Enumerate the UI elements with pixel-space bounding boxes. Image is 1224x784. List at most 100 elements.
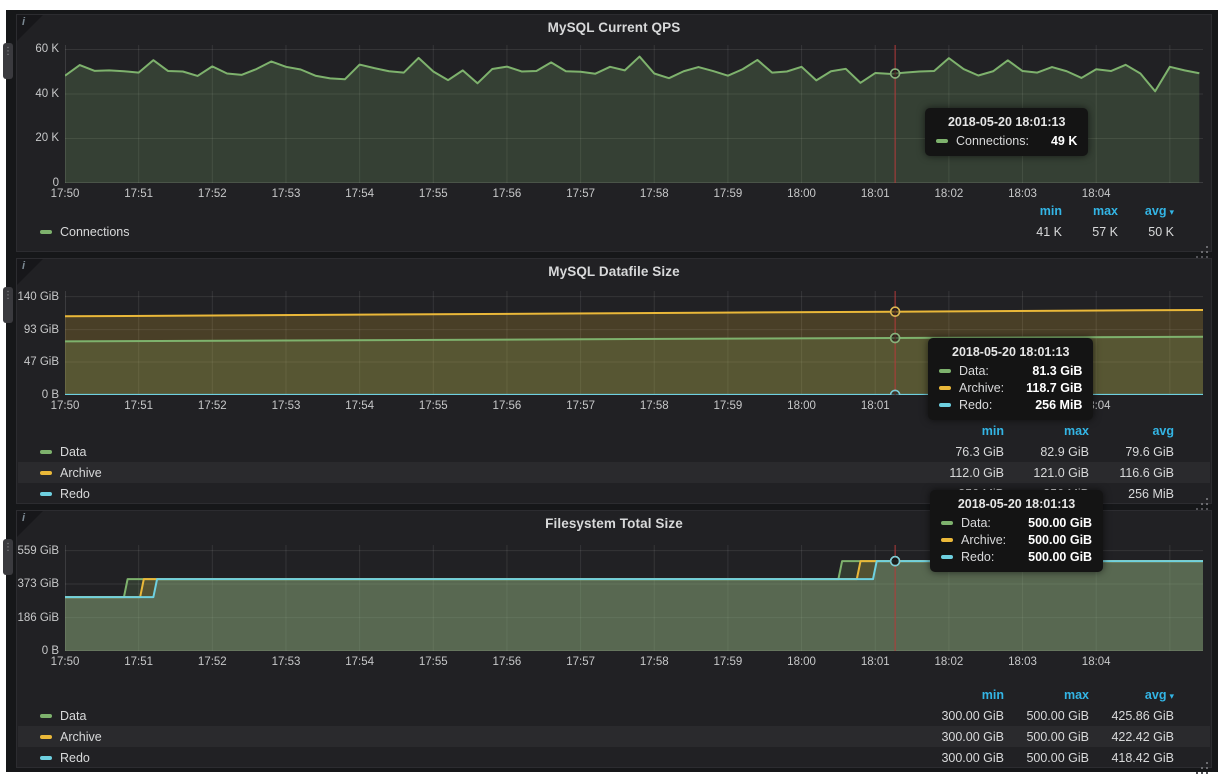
legend-row-data: Data 76.3 GiB 82.9 GiB 79.6 GiB: [18, 441, 1210, 462]
legend-header-min[interactable]: min: [919, 424, 1004, 438]
x-tick-label: 17:53: [272, 400, 301, 412]
x-tick-label: 17:57: [566, 656, 595, 668]
legend-header-max[interactable]: max: [1004, 688, 1089, 702]
x-tick-label: 18:01: [861, 400, 890, 412]
legend-header-max[interactable]: max: [1062, 204, 1118, 218]
x-tick-label: 17:56: [493, 400, 522, 412]
legend-header-min[interactable]: min: [919, 688, 1004, 702]
x-tick-label: 17:52: [198, 188, 227, 200]
stat-avg: 425.86 GiB: [1089, 709, 1174, 723]
legend-row-archive: Archive 300.00 GiB 500.00 GiB 422.42 GiB: [18, 726, 1210, 747]
legend-header-max[interactable]: max: [1004, 424, 1089, 438]
panel-title[interactable]: MySQL Current QPS: [17, 20, 1211, 35]
series-color-dash: [939, 403, 951, 407]
tooltip-value: 118.7 GiB: [1004, 381, 1082, 395]
legend-row-redo: Redo 300.00 GiB 500.00 GiB 418.42 GiB: [18, 747, 1210, 768]
x-tick-label: 17:58: [640, 656, 669, 668]
x-tick-label: 17:59: [714, 188, 743, 200]
panel-drag-handle[interactable]: ⋮: [3, 287, 13, 323]
hover-tooltip-datafile: 2018-05-20 18:01:13 Data: 81.3 GiB Archi…: [928, 338, 1093, 420]
x-tick-label: 17:50: [51, 400, 80, 412]
x-tick-label: 17:58: [640, 400, 669, 412]
x-tick-label: 17:52: [198, 656, 227, 668]
legend-row-archive: Archive 112.0 GiB 121.0 GiB 116.6 GiB: [18, 462, 1210, 483]
x-tick-label: 18:03: [1008, 656, 1037, 668]
x-tick-label: 17:54: [345, 188, 374, 200]
legend-header-avg[interactable]: avg▾: [1089, 688, 1174, 702]
series-color-dash: [40, 714, 52, 718]
x-tick-label: 17:51: [124, 656, 153, 668]
tooltip-value: 500.00 GiB: [1006, 533, 1092, 547]
series-color-dash: [40, 492, 52, 496]
legend-series-archive[interactable]: Archive: [40, 466, 102, 480]
series-color-dash: [40, 230, 52, 234]
tooltip-value: 81.3 GiB: [1010, 364, 1082, 378]
legend-series-data[interactable]: Data: [40, 709, 86, 723]
x-tick-label: 17:57: [566, 188, 595, 200]
panel-drag-handle[interactable]: ⋮: [3, 539, 13, 575]
stat-avg: 418.42 GiB: [1089, 751, 1174, 765]
stat-min: 300.00 GiB: [919, 709, 1004, 723]
series-color-dash: [40, 756, 52, 760]
stat-max: 82.9 GiB: [1004, 445, 1089, 459]
panel-title[interactable]: MySQL Datafile Size: [17, 264, 1211, 279]
x-tick-label: 18:02: [934, 656, 963, 668]
legend: min max avg▾ Connections 41 K 57 K 50 K: [18, 201, 1210, 242]
panel-resize-handle[interactable]: [1205, 761, 1208, 764]
x-tick-label: 17:53: [272, 188, 301, 200]
x-tick-label: 17:55: [419, 188, 448, 200]
tooltip-value: 256 MiB: [1013, 398, 1082, 412]
y-tick-label: 373 GiB: [17, 578, 59, 590]
x-tick-label: 18:02: [934, 188, 963, 200]
y-tick-label: 93 GiB: [17, 324, 59, 336]
tooltip-value: 500.00 GiB: [1006, 550, 1092, 564]
x-tick-label: 18:04: [1082, 188, 1111, 200]
stat-max: 57 K: [1062, 225, 1118, 239]
y-tick-label: 186 GiB: [17, 612, 59, 624]
legend-series-redo[interactable]: Redo: [40, 487, 90, 501]
x-tick-label: 17:59: [714, 400, 743, 412]
stat-max: 500.00 GiB: [1004, 730, 1089, 744]
x-tick-label: 18:03: [1008, 188, 1037, 200]
stat-min: 41 K: [1006, 225, 1062, 239]
stat-avg: 50 K: [1118, 225, 1174, 239]
legend-row-data: Data 300.00 GiB 500.00 GiB 425.86 GiB: [18, 705, 1210, 726]
y-tick-label: 140 GiB: [17, 291, 59, 303]
legend-table: min max avg▾ Data 300.00 GiB 500.00 GiB …: [18, 685, 1210, 768]
series-color-dash: [941, 538, 953, 542]
x-tick-label: 18:01: [861, 656, 890, 668]
legend-header-avg[interactable]: avg▾: [1118, 204, 1174, 218]
x-tick-label: 17:55: [419, 400, 448, 412]
x-tick-label: 17:56: [493, 656, 522, 668]
x-tick-label: 17:50: [51, 656, 80, 668]
panel-resize-handle[interactable]: [1205, 497, 1208, 500]
legend-series-redo[interactable]: Redo: [40, 751, 90, 765]
stat-avg: 79.6 GiB: [1089, 445, 1174, 459]
legend-series-connections[interactable]: Connections: [40, 225, 130, 239]
hover-tooltip-filesystem: 2018-05-20 18:01:13 Data: 500.00 GiB Arc…: [930, 490, 1103, 572]
legend-header-min[interactable]: min: [1006, 204, 1062, 218]
legend-header-avg[interactable]: avg: [1089, 424, 1174, 438]
x-tick-label: 17:52: [198, 400, 227, 412]
series-color-dash: [936, 139, 948, 143]
tooltip-value: 500.00 GiB: [1006, 516, 1092, 530]
legend-series-data[interactable]: Data: [40, 445, 86, 459]
series-color-dash: [939, 369, 951, 373]
stat-min: 76.3 GiB: [919, 445, 1004, 459]
x-tick-label: 17:55: [419, 656, 448, 668]
y-tick-label: 60 K: [17, 43, 59, 55]
stat-max: 500.00 GiB: [1004, 709, 1089, 723]
stat-avg: 116.6 GiB: [1089, 466, 1174, 480]
tooltip-value: 49 K: [1029, 134, 1077, 148]
y-tick-label: 40 K: [17, 88, 59, 100]
panel-resize-handle[interactable]: [1205, 245, 1208, 248]
x-tick-label: 17:50: [51, 188, 80, 200]
panel-drag-handle[interactable]: ⋮: [3, 43, 13, 79]
y-tick-label: 559 GiB: [17, 545, 59, 557]
x-tick-label: 17:59: [714, 656, 743, 668]
x-tick-label: 17:51: [124, 400, 153, 412]
legend-series-archive[interactable]: Archive: [40, 730, 102, 744]
x-tick-label: 17:57: [566, 400, 595, 412]
chevron-down-icon: ▾: [1169, 207, 1174, 217]
x-tick-label: 17:58: [640, 188, 669, 200]
